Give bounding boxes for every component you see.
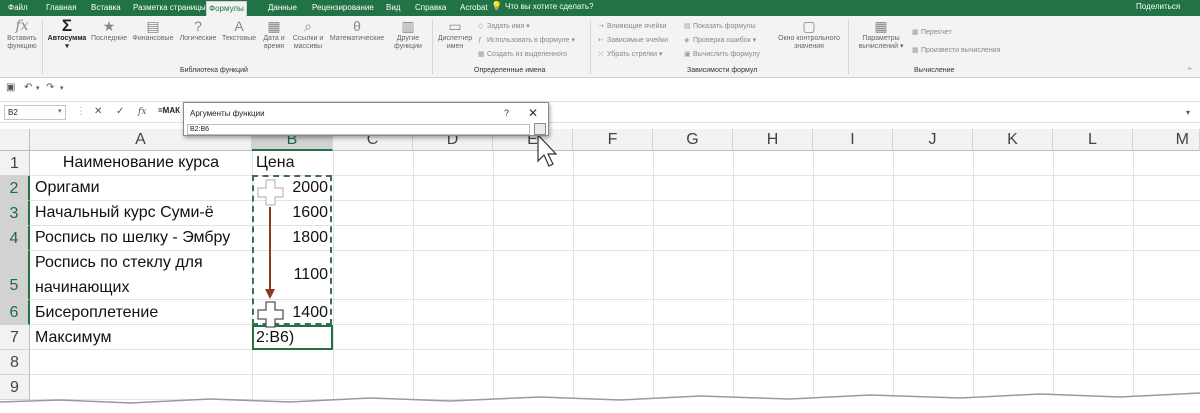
plus-cursor-start-icon — [257, 179, 284, 206]
plus-cursor-end-icon — [257, 301, 284, 328]
expand-dialog-button[interactable] — [534, 123, 546, 135]
function-arguments-dialog: Аргументы функции ? ✕ B2:B6 — [183, 102, 549, 136]
dialog-title: Аргументы функции — [190, 109, 265, 118]
close-icon[interactable]: ✕ — [528, 106, 538, 120]
torn-edge-decoration — [0, 392, 1200, 413]
drag-annotation — [257, 133, 558, 328]
mouse-pointer-icon — [537, 133, 558, 167]
range-input[interactable]: B2:B6 — [187, 124, 530, 135]
drag-down-arrow-icon — [265, 207, 275, 299]
excel-window: Файл Главная Вставка Разметка страницы Ф… — [0, 0, 1200, 413]
help-icon[interactable]: ? — [504, 108, 509, 118]
